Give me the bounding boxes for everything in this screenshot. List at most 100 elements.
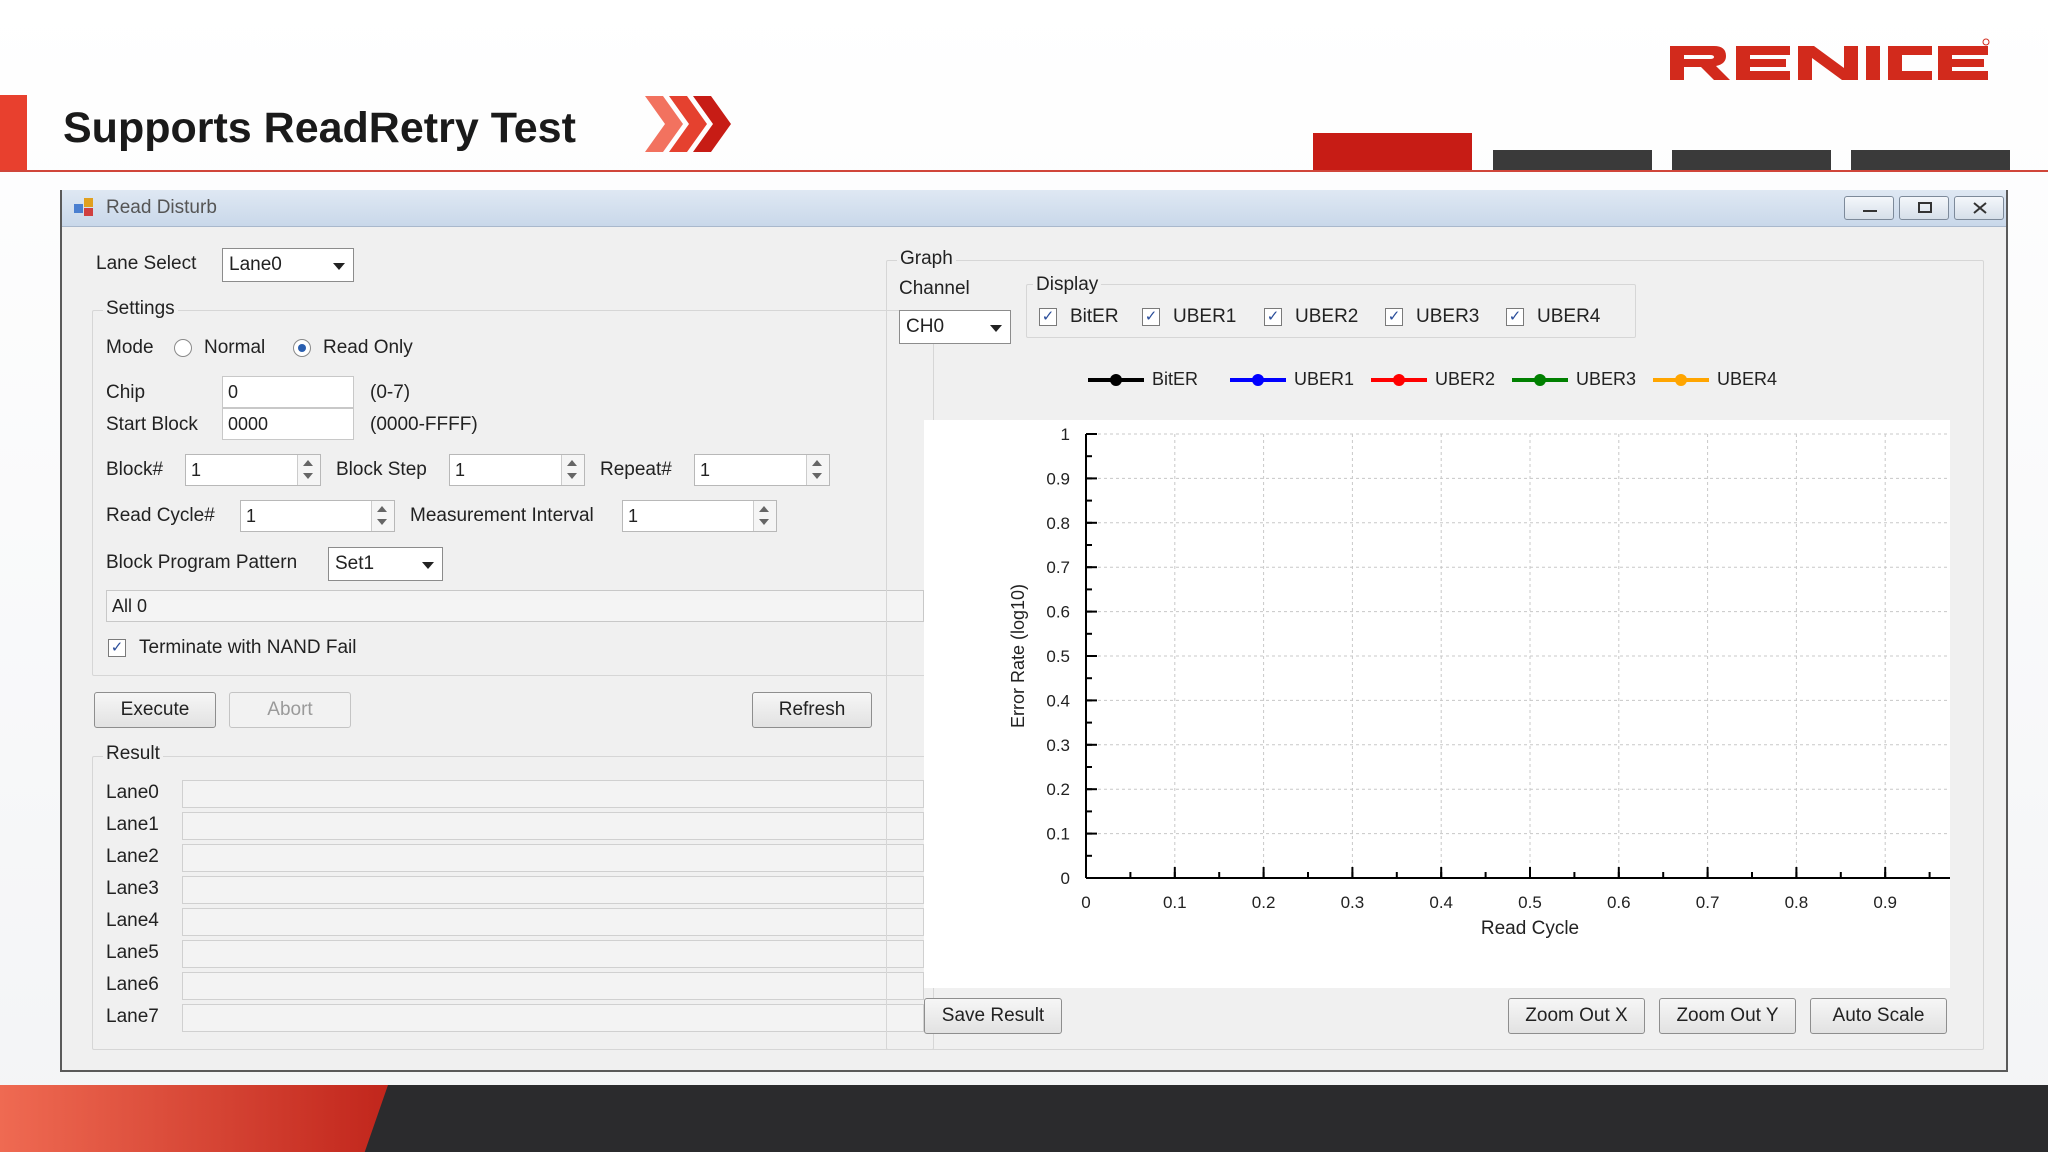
mode-readonly-radio[interactable] [293,339,311,357]
display-checkbox-uber2[interactable]: ✓ [1264,308,1282,326]
arrow-down-icon [567,473,577,479]
lane-select-dropdown[interactable]: Lane0 [222,248,354,282]
y-tick-label: 0.7 [1046,558,1070,577]
result-lane-label: Lane2 [106,846,159,867]
chip-input[interactable]: 0 [222,376,354,408]
error-rate-chart: 0 0.1 0.2 0.3 0.4 0.5 0.6 0.7 0.8 0.9 1 0 0.1 0.2 0.3 0… [924,420,1950,988]
terminate-label: Terminate with NAND Fail [139,637,357,658]
repeat-stepper[interactable]: 1 [694,454,830,486]
arrow-down-icon [377,519,387,525]
x-tick-label: 0.6 [1607,893,1631,912]
result-title: Result [103,743,163,765]
legend-label: UBER3 [1576,369,1637,389]
arrow-down-icon [759,519,769,525]
display-checkbox-uber3[interactable]: ✓ [1385,308,1403,326]
read-cycle-stepper[interactable]: 1 [240,500,395,532]
block-stepper[interactable]: 1 [185,454,321,486]
block-step-stepper-buttons[interactable] [561,455,584,485]
chip-range: (0-7) [370,382,411,403]
chevron-down-icon [990,325,1002,332]
auto-scale-button[interactable]: Auto Scale [1810,998,1947,1034]
result-lane-label: Lane6 [106,974,159,995]
result-lane-field [182,812,924,840]
save-result-button[interactable]: Save Result [924,998,1062,1034]
progress-segment [1851,150,2010,170]
mode-readonly-label: Read Only [323,337,413,358]
display-checkbox-uber1[interactable]: ✓ [1142,308,1160,326]
lane-select-value: Lane0 [229,254,282,275]
slide-accent-bar [0,95,27,171]
read-cycle-stepper-buttons[interactable] [371,501,394,531]
lane-select-label: Lane Select [96,253,197,274]
start-block-input[interactable]: 0000 [222,408,354,440]
y-tick-label: 0.6 [1046,603,1070,622]
zoom-out-y-button[interactable]: Zoom Out Y [1659,998,1796,1034]
zoom-out-x-button[interactable]: Zoom Out X [1508,998,1645,1034]
y-tick-label: 0.3 [1046,736,1070,755]
y-tick-label: 0.2 [1046,780,1070,799]
measurement-interval-stepper-buttons[interactable] [753,501,776,531]
chevron-down-icon [422,562,434,569]
result-lane-label: Lane0 [106,782,159,803]
display-checkbox-label: BitER [1070,306,1119,327]
block-label: Block# [106,459,164,480]
maximize-button[interactable] [1899,196,1949,220]
maximize-icon [1918,202,1932,213]
app-window-icon [74,198,93,216]
chip-label: Chip [106,382,146,403]
result-lane-field [182,972,924,1000]
mode-label: Mode [106,337,154,358]
chevron-down-icon [333,263,345,270]
y-tick-label: 0.8 [1046,514,1070,533]
y-tick-label: 0.1 [1046,825,1070,844]
close-button[interactable] [1954,196,2004,220]
result-lane-label: Lane5 [106,942,159,963]
arrow-up-icon [377,506,387,512]
progress-segment-active [1313,133,1472,170]
y-tick-label: 0.4 [1046,691,1070,710]
pattern-text: All 0 [112,596,148,616]
result-lane-field [182,940,924,968]
brand-logo [1670,38,1990,80]
legend-swatch [1371,374,1427,386]
display-checkbox-biter[interactable]: ✓ [1039,308,1057,326]
result-lane-field [182,908,924,936]
progress-segment [1672,150,1831,170]
x-tick-label: 0.4 [1429,893,1453,912]
legend-label: UBER4 [1717,369,1778,389]
block-stepper-buttons[interactable] [297,455,320,485]
mode-normal-radio[interactable] [174,339,192,357]
result-lane-label: Lane1 [106,814,159,835]
abort-button[interactable]: Abort [229,692,351,728]
pattern-label: Block Program Pattern [106,552,298,573]
arrow-up-icon [759,506,769,512]
measurement-interval-label: Measurement Interval [410,505,594,526]
slide-title: Supports ReadRetry Test [63,104,576,152]
pattern-value: Set1 [335,553,375,574]
measurement-interval-stepper[interactable]: 1 [622,500,777,532]
y-tick-label: 0.9 [1046,469,1070,488]
block-step-value: 1 [455,460,466,480]
block-step-stepper[interactable]: 1 [449,454,585,486]
channel-dropdown[interactable]: CH0 [899,310,1011,344]
repeat-value: 1 [700,460,711,480]
window-titlebar[interactable]: Read Disturb [62,190,2006,227]
legend-swatch [1512,374,1568,386]
start-block-range: (0000-FFFF) [370,414,478,435]
legend-label: BitER [1152,369,1199,389]
repeat-stepper-buttons[interactable] [806,455,829,485]
x-tick-label: 0.5 [1518,893,1542,912]
display-checkbox-uber4[interactable]: ✓ [1506,308,1524,326]
graph-title: Graph [897,248,956,270]
execute-button[interactable]: Execute [94,692,216,728]
result-lane-field [182,1004,924,1032]
pattern-dropdown[interactable]: Set1 [328,547,443,581]
minimize-button[interactable] [1844,196,1894,220]
slide-footer-accent [0,1085,388,1152]
display-checkbox-label: UBER1 [1173,306,1237,327]
y-tick-label: 1 [1061,425,1070,444]
channel-value: CH0 [906,316,945,337]
terminate-checkbox[interactable]: ✓ [108,639,126,657]
read-cycle-value: 1 [246,506,257,526]
refresh-button[interactable]: Refresh [752,692,872,728]
